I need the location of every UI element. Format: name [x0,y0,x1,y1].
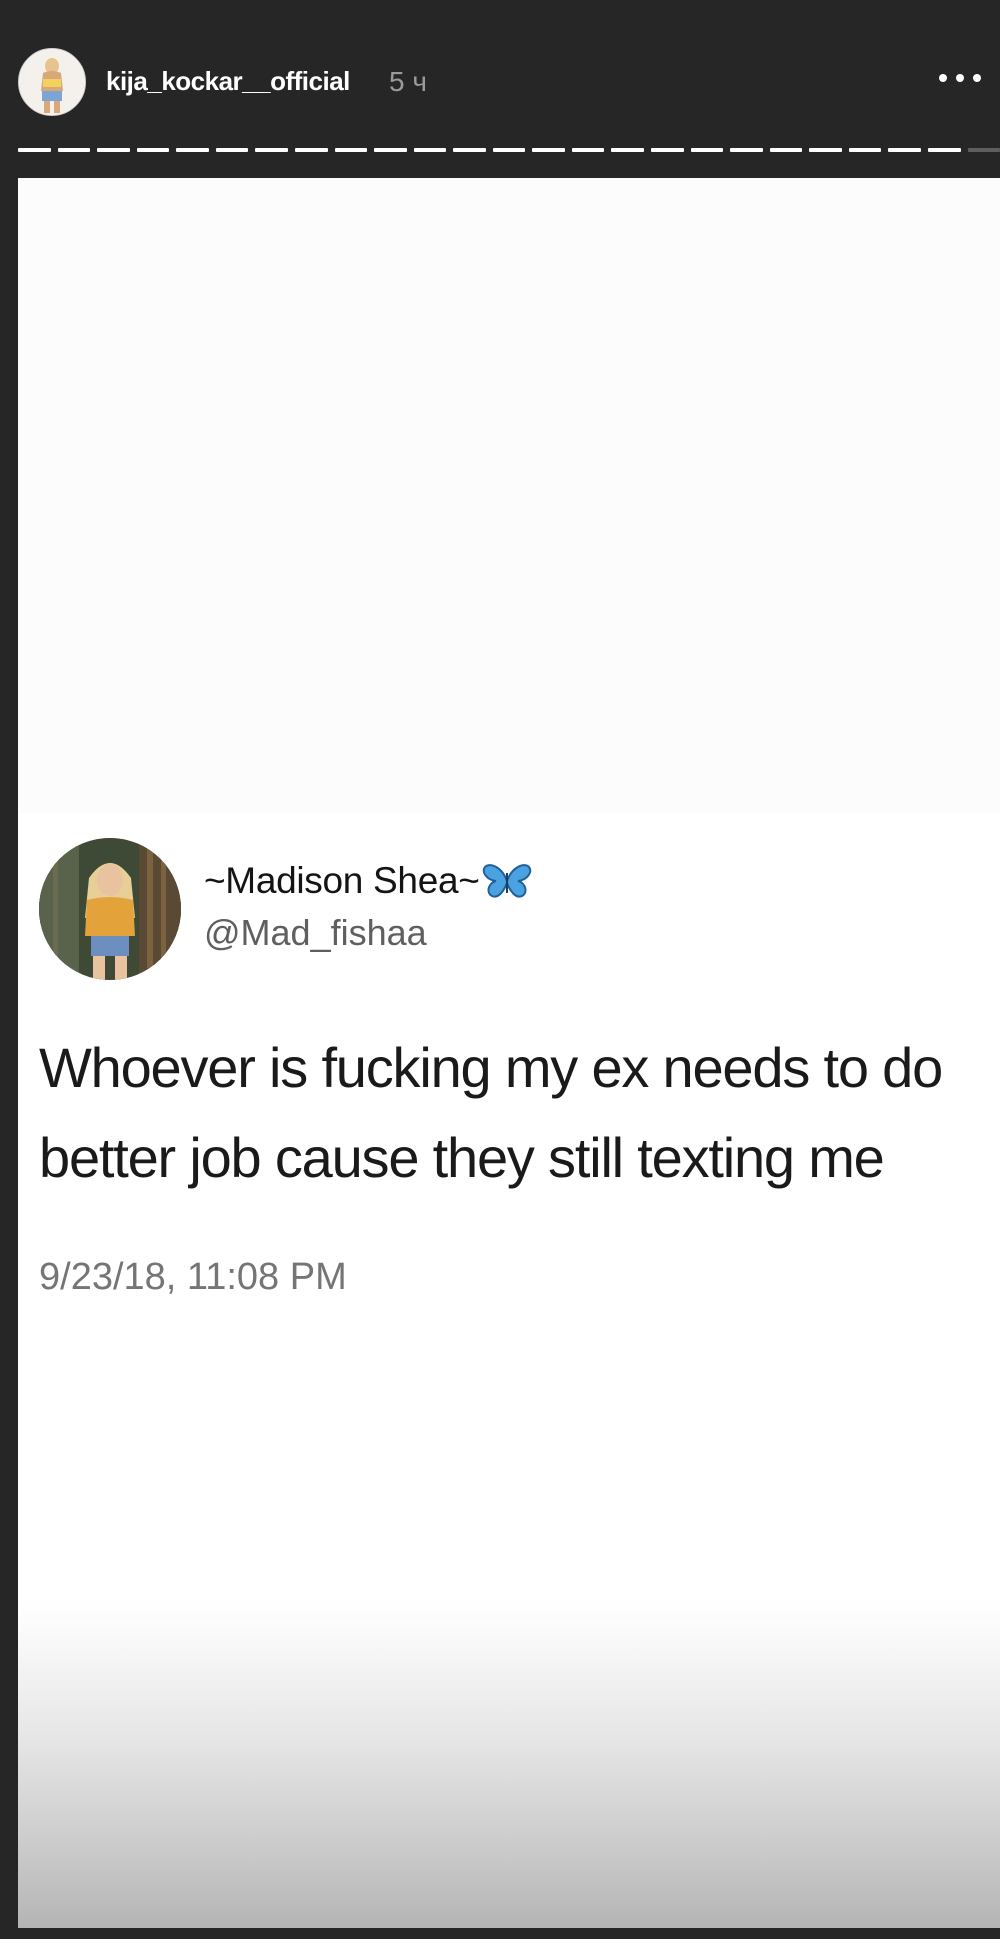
story-progress-segment [809,148,842,152]
story-progress-segment [453,148,486,152]
story-progress-segment [374,148,407,152]
story-progress-segment [927,148,961,152]
more-dot [973,74,981,82]
story-progress-segment [215,148,249,152]
author-photo-icon [39,838,181,980]
display-name-text: ~Madison Shea~ [204,860,480,901]
story-progress-segment [967,148,1000,152]
story-progress-bar [18,148,1000,152]
tweet-screenshot: ~Madison Shea~ @Mad_fishaa Whoever is fu… [18,178,1000,1928]
tweet-text-line: Whoever is fucking my ex needs to do [39,1036,943,1099]
story-header: kija_kockar__official 5 ч [0,0,1000,165]
more-dot [956,74,964,82]
story-progress-segment [769,148,803,152]
story-progress-segment [413,148,447,152]
story-progress-segment [730,148,763,152]
story-progress-segment [334,148,368,152]
tweet-text-line: better job cause they still texting me [39,1126,885,1189]
story-progress-segment [97,148,130,152]
story-progress-segment [651,148,684,152]
story-progress-segment [571,148,605,152]
story-progress-segment [532,148,565,152]
tweet-body: Whoever is fucking my ex needs to do bet… [39,1023,1000,1203]
story-time-ago: 5 ч [389,66,427,97]
story-progress-segment [136,148,170,152]
story-progress-segment [611,148,644,152]
story-progress-segment [492,148,526,152]
butterfly-emoji-icon [482,863,532,899]
story-progress-segment [176,148,209,152]
story-progress-segment [888,148,921,152]
story-username[interactable]: kija_kockar__official [106,66,350,97]
story-progress-segment [690,148,724,152]
tweet-display-name: ~Madison Shea~ [204,860,532,902]
story-progress-segment [294,148,328,152]
tweet-timestamp: 9/23/18, 11:08 PM [39,1256,347,1298]
profile-photo-icon [19,49,85,115]
more-dot [939,74,947,82]
tweet-handle: @Mad_fishaa [204,912,427,953]
story-progress-segment [255,148,288,152]
more-options-button[interactable] [930,60,990,96]
story-content[interactable]: ~Madison Shea~ @Mad_fishaa Whoever is fu… [18,178,1000,1928]
story-progress-segment [848,148,882,152]
profile-avatar[interactable] [18,48,86,116]
tweet-author-avatar [39,838,181,980]
story-progress-segment [18,148,51,152]
story-progress-segment [57,148,91,152]
